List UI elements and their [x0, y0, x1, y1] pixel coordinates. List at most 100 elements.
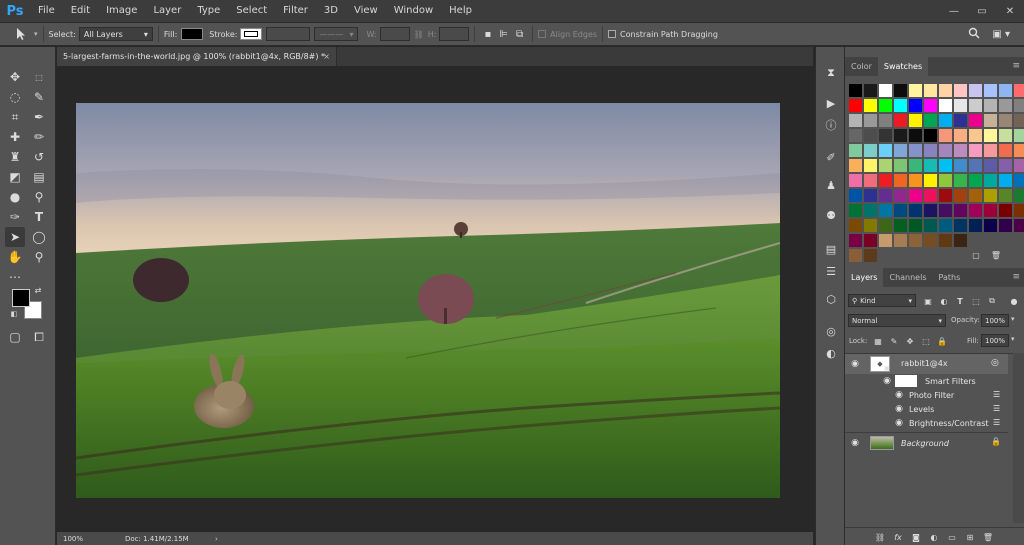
swatch[interactable]	[1014, 99, 1024, 112]
swatch[interactable]	[999, 84, 1012, 97]
swatch[interactable]	[954, 204, 967, 217]
swatch[interactable]	[909, 114, 922, 127]
swatch[interactable]	[864, 114, 877, 127]
chevron-down-icon[interactable]: ▾	[1011, 315, 1015, 323]
swap-colors-icon[interactable]: ⇄	[33, 285, 43, 295]
swatch[interactable]	[999, 189, 1012, 202]
swatch[interactable]	[879, 129, 892, 142]
document-tab[interactable]: 5-largest-farms-in-the-world.jpg @ 100% …	[57, 47, 337, 66]
filter-adjustment-icon[interactable]: ◐	[939, 296, 949, 306]
eye-icon[interactable]: ◉	[849, 437, 861, 449]
delete-layer-icon[interactable]: 🗑	[983, 532, 993, 542]
menu-edit[interactable]: Edit	[63, 0, 98, 22]
swatch[interactable]	[924, 189, 937, 202]
swatch[interactable]	[909, 174, 922, 187]
filter-options-icon[interactable]: ☰	[993, 390, 1000, 399]
dodge-tool-icon[interactable]: ⚲	[29, 187, 49, 207]
swatch[interactable]	[984, 219, 997, 232]
swatch[interactable]	[1014, 84, 1024, 97]
swatch[interactable]	[984, 159, 997, 172]
swatch[interactable]	[864, 84, 877, 97]
search-icon[interactable]	[968, 27, 980, 42]
close-button[interactable]: ✕	[996, 0, 1024, 22]
swatch[interactable]	[1014, 204, 1024, 217]
swatch[interactable]	[954, 219, 967, 232]
swatch[interactable]	[969, 174, 982, 187]
lock-all-icon[interactable]: 🔒	[937, 336, 947, 346]
swatch[interactable]	[939, 129, 952, 142]
path-selection-tool-icon[interactable]: ➤	[5, 227, 25, 247]
swatch[interactable]	[864, 204, 877, 217]
layer-row-brightness-contrast[interactable]: ◉ Brightness/Contrast ☰	[845, 416, 1008, 430]
foreground-color-swatch[interactable]	[12, 289, 30, 307]
swatch[interactable]	[969, 159, 982, 172]
swatch[interactable]	[969, 219, 982, 232]
height-field[interactable]	[439, 27, 470, 41]
swatch[interactable]	[969, 189, 982, 202]
swatch[interactable]	[864, 159, 877, 172]
filter-options-icon[interactable]: ☰	[993, 404, 1000, 413]
chevron-down-icon[interactable]: ▾	[1011, 335, 1015, 343]
crop-tool-icon[interactable]: ⌗	[5, 107, 25, 127]
swatch[interactable]	[999, 129, 1012, 142]
new-group-icon[interactable]: ▭	[947, 532, 957, 542]
align-edges-checkbox[interactable]	[538, 30, 547, 38]
screen-mode-icon[interactable]: ⧠	[29, 327, 49, 347]
gradient-tool-icon[interactable]: ▤	[29, 167, 49, 187]
panel-menu-icon[interactable]: ≡	[1012, 268, 1020, 287]
artboard-tool-icon[interactable]: ⬚	[29, 67, 49, 87]
layer-row-photo-filter[interactable]: ◉ Photo Filter ☰	[845, 388, 1008, 402]
swatch[interactable]	[909, 234, 922, 247]
swatch[interactable]	[984, 144, 997, 157]
swatch[interactable]	[879, 174, 892, 187]
swatch[interactable]	[924, 174, 937, 187]
menu-view[interactable]: View	[346, 0, 386, 22]
swatch[interactable]	[954, 114, 967, 127]
blend-mode-dropdown[interactable]: Normal ▾	[848, 314, 946, 327]
width-field[interactable]	[379, 27, 410, 41]
workspace-icon[interactable]: ▣ ▾	[992, 29, 1010, 40]
blur-tool-icon[interactable]: ●	[5, 187, 25, 207]
swatch[interactable]	[909, 204, 922, 217]
swatch[interactable]	[939, 114, 952, 127]
magic-wand-icon[interactable]: ✎	[29, 87, 49, 107]
swatch[interactable]	[864, 174, 877, 187]
new-layer-icon[interactable]: ⊞	[965, 532, 975, 542]
swatch[interactable]	[984, 99, 997, 112]
swatch[interactable]	[999, 114, 1012, 127]
swatch[interactable]	[894, 219, 907, 232]
more-tools-icon[interactable]: ⋯	[5, 267, 25, 287]
swatch[interactable]	[879, 219, 892, 232]
swatch[interactable]	[999, 219, 1012, 232]
swatch[interactable]	[924, 234, 937, 247]
close-tab-icon[interactable]: ×	[323, 47, 330, 66]
styles-icon[interactable]: ◐	[823, 345, 839, 361]
swatch[interactable]	[954, 129, 967, 142]
swatch[interactable]	[984, 174, 997, 187]
filter-options-icon[interactable]: ☰	[993, 418, 1000, 427]
layer-row-smart-filters[interactable]: ◉ Smart Filters	[845, 374, 1008, 388]
status-menu-arrow[interactable]: ›	[215, 535, 218, 543]
filter-pixel-icon[interactable]: ▣	[923, 296, 933, 306]
layer-row-levels[interactable]: ◉ Levels ☰	[845, 402, 1008, 416]
swatch[interactable]	[969, 144, 982, 157]
actions-icon[interactable]: ▶	[823, 95, 839, 111]
swatch[interactable]	[909, 84, 922, 97]
swatch[interactable]	[849, 219, 862, 232]
path-operations-icon[interactable]: ▪	[484, 29, 491, 40]
path-selection-tool-icon[interactable]	[14, 27, 34, 41]
menu-file[interactable]: File	[30, 0, 63, 22]
swatch[interactable]	[939, 174, 952, 187]
swatch[interactable]	[879, 84, 892, 97]
swatch[interactable]	[909, 129, 922, 142]
stroke-width-field[interactable]	[266, 27, 311, 41]
eye-icon[interactable]: ◉	[881, 375, 893, 387]
swatch[interactable]	[849, 234, 862, 247]
chevron-down-icon[interactable]: ▾	[34, 30, 38, 38]
path-alignment-icon[interactable]: ⊫	[499, 29, 508, 40]
swatch[interactable]	[864, 129, 877, 142]
swatch[interactable]	[969, 129, 982, 142]
layer-row-rabbit[interactable]: ◉ ◆ ▣ rabbit1@4x ◎	[845, 354, 1008, 374]
swatch[interactable]	[969, 204, 982, 217]
filter-smart-object-icon[interactable]: ⧉	[987, 296, 997, 306]
